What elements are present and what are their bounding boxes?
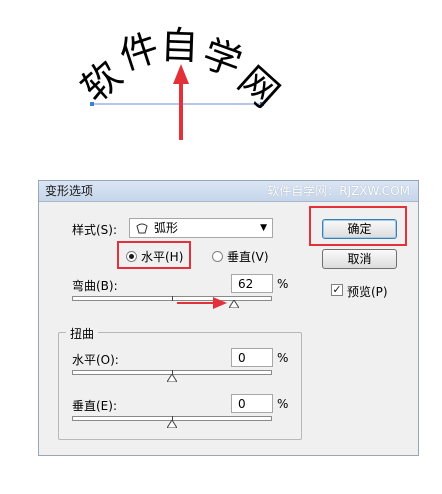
bend-label: 弯曲(B): — [72, 279, 118, 293]
style-select-value: 弧形 — [154, 221, 179, 235]
preview-label[interactable]: 预览(P) — [347, 283, 388, 300]
vertical-radio-label[interactable]: 垂直(V) — [227, 248, 269, 265]
arc-style-icon — [136, 223, 148, 234]
distortion-legend: 扭曲 — [66, 325, 99, 342]
canvas-artwork: 软 件 自 学 网 — [73, 23, 288, 140]
style-label: 样式(S): — [72, 223, 118, 237]
bend-slider-center-tick — [172, 296, 173, 301]
dialog-title: 变形选项 — [45, 184, 94, 198]
warp-options-dialog: 变形选项 软件自学网：RJZXW.COM 样式(S): 弧形 ▼ 水平(H) 垂… — [38, 180, 419, 456]
highlight-box-ok — [309, 206, 407, 246]
distort-horizontal-label: 水平(O): — [72, 353, 119, 367]
highlight-box-horizontal — [117, 241, 191, 269]
distort-vertical-unit: % — [277, 397, 289, 411]
arc-char-2: 件 — [114, 25, 164, 79]
bend-slider-thumb[interactable] — [229, 300, 239, 308]
cancel-button[interactable]: 取消 — [322, 249, 397, 269]
bend-input[interactable]: 62 — [231, 274, 273, 293]
style-select[interactable]: 弧形 ▼ — [129, 218, 273, 238]
arc-char-3: 自 — [160, 23, 200, 68]
watermark-text: 软件自学网：RJZXW.COM — [267, 184, 410, 198]
dialog-titlebar[interactable]: 变形选项 软件自学网：RJZXW.COM — [39, 181, 418, 202]
chevron-down-icon: ▼ — [260, 223, 267, 233]
distort-horizontal-slider-thumb[interactable] — [167, 374, 177, 382]
distort-vertical-label: 垂直(E): — [72, 399, 117, 413]
distort-vertical-slider-thumb[interactable] — [167, 420, 177, 428]
preview-checkbox[interactable]: ✓ — [331, 284, 343, 296]
distort-vertical-input[interactable]: 0 — [231, 394, 273, 413]
distort-horizontal-input[interactable]: 0 — [231, 348, 273, 367]
red-arrow-right-icon — [177, 297, 227, 309]
vertical-radio[interactable] — [212, 251, 223, 262]
bend-unit: % — [277, 277, 289, 291]
distort-horizontal-unit: % — [277, 351, 289, 365]
red-arrow-up-icon — [173, 64, 189, 140]
path-anchor-left[interactable] — [90, 102, 94, 106]
bend-slider-track[interactable] — [72, 296, 272, 301]
checkmark-icon: ✓ — [332, 283, 342, 296]
arc-char-4: 学 — [197, 31, 248, 85]
